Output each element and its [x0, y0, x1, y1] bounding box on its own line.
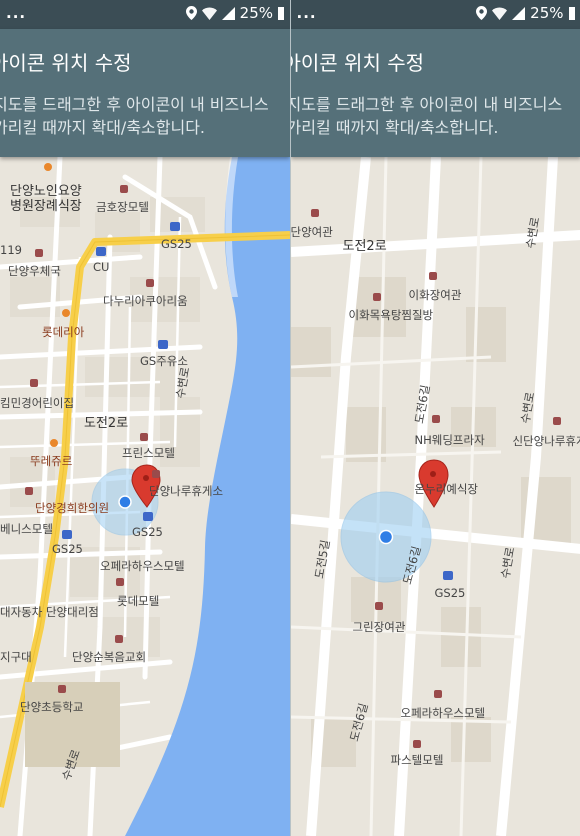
map-label: 병원장례식장	[10, 199, 82, 214]
signal-icon	[512, 6, 526, 20]
left-map-view[interactable]: 단양노인요양 병원장례식장 금호장모텔 GS25 119 단양우체국 CU 다누…	[0, 157, 290, 836]
battery-icon	[568, 6, 575, 20]
screens: ... 25% 아이콘 위치 수정 지도를 드래그한 후 아이콘이 내 비즈니스…	[0, 0, 580, 836]
battery-text: 25%	[239, 4, 273, 22]
map-label: CU	[93, 260, 110, 274]
map-label: 다누리아쿠아리움	[103, 294, 188, 308]
page-title: 아이콘 위치 수정	[0, 51, 132, 75]
right-map-view[interactable]: 단양여관 도전2로 수변로 이화장여관 이화목욕탕찜질방 도전6길 수변로 신단…	[290, 157, 580, 836]
instruction-line-1: 지도를 드래그한 후 아이콘이 내 비즈니스	[290, 95, 563, 114]
poi-icon	[35, 249, 43, 257]
map-label: 오페라하우스모텔	[400, 706, 486, 720]
app-bar: 아이콘 위치 수정 지도를 드래그한 후 아이콘이 내 비즈니스 가리킬 때까지…	[290, 29, 580, 157]
map-label: 단양나루휴게소	[149, 484, 224, 498]
poi-icon	[140, 433, 148, 441]
battery-text: 25%	[530, 4, 564, 22]
signal-icon	[221, 6, 235, 20]
map-label: GS25	[161, 237, 192, 251]
instruction-text: 지도를 드래그한 후 아이콘이 내 비즈니스 가리킬 때까지 확대/축소합니다.	[0, 93, 290, 139]
map-label: 이화장여관	[408, 288, 462, 302]
status-dots: ...	[6, 4, 27, 22]
map-label: 신단양나루휴게	[512, 434, 580, 448]
map-label: 베니스모텔	[0, 522, 53, 536]
store-icon	[442, 571, 453, 580]
poi-icon	[44, 163, 52, 171]
status-bar: ... 25%	[290, 0, 580, 29]
instruction-line-2: 가리킬 때까지 확대/축소합니다.	[290, 118, 499, 137]
poi-icon	[433, 690, 442, 698]
poi-icon	[152, 470, 160, 478]
map-label: 단양우체국	[8, 264, 61, 278]
map-label: 금호장모텔	[96, 200, 149, 214]
right-screen: ... 25% 아이콘 위치 수정 지도를 드래그한 후 아이콘이 내 비즈니스…	[289, 0, 580, 836]
map-label: NH웨딩프라자	[414, 433, 485, 447]
map-label: 대자동차 단양대리점	[0, 605, 99, 619]
poi-icon	[115, 635, 123, 643]
map-label: 단양경희한의원	[35, 501, 110, 515]
battery-icon	[278, 6, 284, 20]
left-screen: ... 25% 아이콘 위치 수정 지도를 드래그한 후 아이콘이 내 비즈니스…	[0, 0, 290, 836]
map-label: 파스텔모텔	[390, 753, 444, 767]
app-bar: 아이콘 위치 수정 지도를 드래그한 후 아이콘이 내 비즈니스 가리킬 때까지…	[0, 29, 290, 157]
map-label: 온누리예식장	[414, 482, 478, 496]
poi-icon	[372, 293, 381, 301]
poi-icon	[412, 740, 421, 748]
poi-icon	[62, 309, 70, 317]
map-label: 단양여관	[290, 225, 333, 239]
location-icon	[185, 6, 197, 20]
map-label: 119	[0, 243, 22, 257]
instruction-text: 지도를 드래그한 후 아이콘이 내 비즈니스 가리킬 때까지 확대/축소합니다.	[291, 93, 580, 139]
map-label: 롯데모텔	[117, 594, 160, 608]
wifi-icon	[492, 7, 508, 20]
map-label: 뚜레쥬르	[30, 454, 73, 468]
map-label: 롯데리아	[42, 325, 85, 339]
store-icon	[170, 222, 180, 231]
poi-icon	[146, 279, 154, 287]
status-bar: ... 25%	[0, 0, 290, 29]
poi-icon	[116, 578, 124, 586]
status-dots: ...	[296, 4, 317, 22]
poi-icon	[50, 439, 58, 447]
store-icon	[96, 247, 106, 256]
poi-icon	[25, 487, 33, 495]
page-title: 아이콘 위치 수정	[290, 51, 425, 75]
map-label: 이화목욕탕찜질방	[348, 308, 434, 322]
map-label: 오페라하우스모텔	[100, 559, 185, 573]
poi-icon	[552, 417, 561, 425]
poi-icon	[374, 602, 383, 610]
map-label: 도전2로	[84, 416, 129, 431]
map-label: GS25	[434, 586, 466, 600]
poi-icon	[310, 209, 319, 217]
map-label: 킴민경어린이집	[0, 396, 75, 410]
poi-icon	[428, 272, 437, 280]
instruction-line-1: 지도를 드래그한 후 아이콘이 내 비즈니스	[0, 95, 269, 114]
store-icon	[62, 530, 72, 539]
store-icon	[143, 512, 153, 521]
wedding-icon	[431, 415, 440, 423]
map-label: 단양순복음교회	[72, 650, 147, 664]
location-icon	[476, 6, 488, 20]
left-map-canvas[interactable]	[0, 157, 290, 836]
poi-icon	[30, 379, 38, 387]
school-icon	[58, 685, 66, 693]
fuel-icon	[158, 340, 168, 349]
map-label: GS25	[52, 542, 83, 556]
wifi-icon	[201, 7, 217, 20]
map-label: GS25	[132, 525, 163, 539]
instruction-line-2: 가리킬 때까지 확대/축소합니다.	[0, 118, 206, 137]
map-label: 단양초등학교	[20, 700, 84, 714]
map-label: 도전2로	[342, 239, 387, 254]
map-label: 그린장여관	[352, 620, 406, 634]
map-label: 지구대	[0, 650, 32, 664]
poi-icon	[120, 185, 128, 193]
map-label: 프린스모텔	[122, 446, 175, 460]
